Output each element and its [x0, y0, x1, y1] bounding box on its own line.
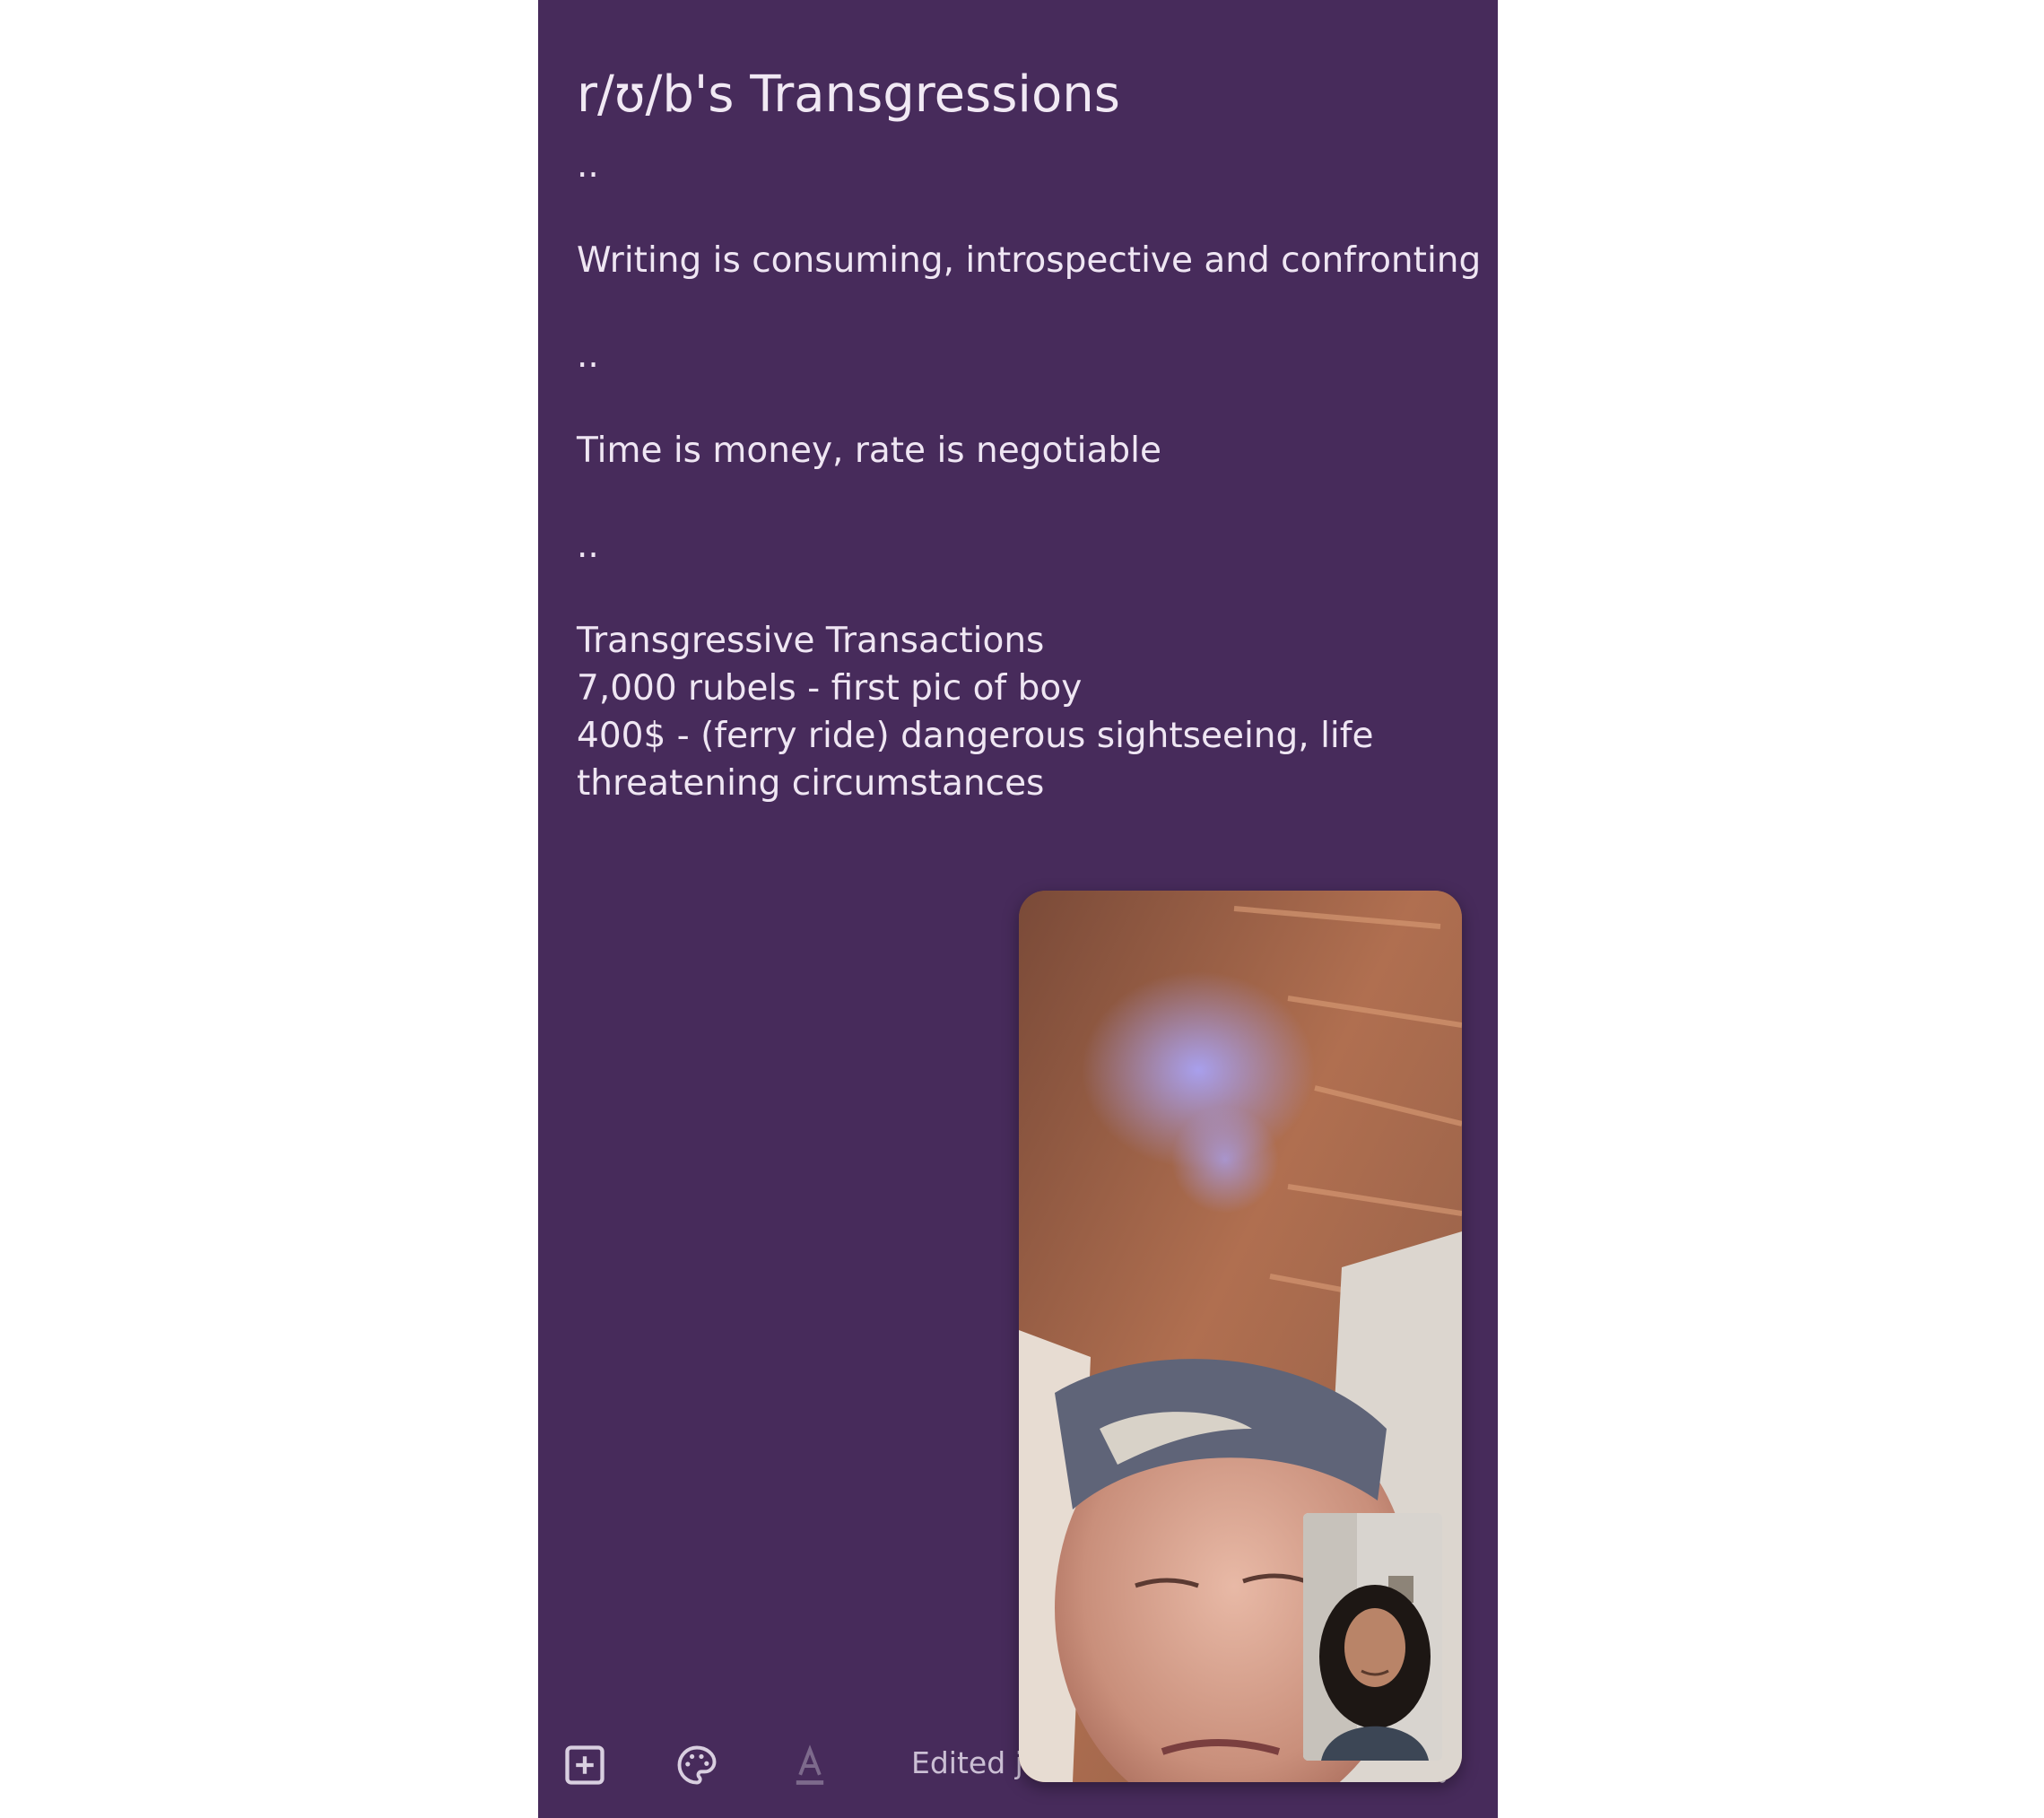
note-body[interactable]: .. Writing is consuming, introspective a… — [577, 142, 1482, 807]
add-box-icon[interactable] — [558, 1738, 612, 1792]
note-editor-screen: r/ʊ/b's Transgressions .. Writing is con… — [538, 0, 1498, 1818]
note-content[interactable]: r/ʊ/b's Transgressions .. Writing is con… — [577, 56, 1482, 807]
note-line: Transgressive Transactions — [577, 621, 1045, 661]
screenshot-page: r/ʊ/b's Transgressions .. Writing is con… — [0, 0, 2044, 1818]
text-format-icon — [783, 1738, 837, 1792]
note-line: Writing is consuming, introspective and … — [577, 240, 1482, 281]
note-line-blank — [577, 189, 1474, 237]
note-line-blank — [577, 474, 1474, 522]
self-view-feed[interactable] — [1303, 1513, 1442, 1761]
note-line: Time is money, rate is negotiable — [577, 431, 1161, 471]
note-line-blank — [577, 379, 1474, 427]
note-line: .. — [577, 145, 599, 186]
video-call-window[interactable] — [1019, 891, 1462, 1782]
note-line: 400$ - (ferry ride) dangerous sightseein… — [577, 716, 1374, 756]
note-line: 7,000 rubels - first pic of boy — [577, 668, 1083, 709]
palette-icon[interactable] — [670, 1738, 724, 1792]
note-line: .. — [577, 335, 599, 376]
note-line-blank — [577, 570, 1474, 617]
note-line: .. — [577, 526, 599, 566]
note-title[interactable]: r/ʊ/b's Transgressions — [577, 56, 1474, 135]
note-line: threatening circumstances — [577, 763, 1045, 804]
note-line-blank — [577, 284, 1474, 332]
